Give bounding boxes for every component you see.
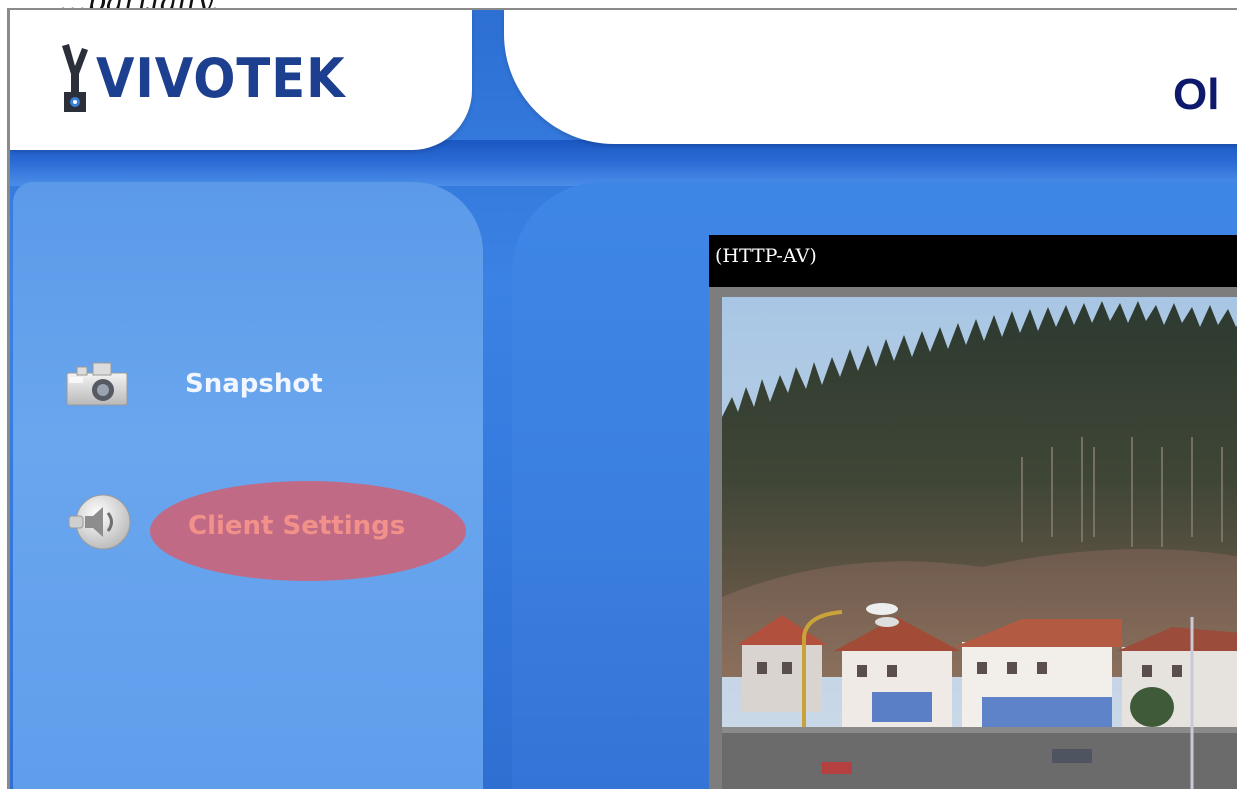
page: ...partially. VIVOTEK Ol: [0, 0, 1237, 789]
sidebar-item-label: Snapshot: [185, 369, 323, 399]
sidebar-item-snapshot[interactable]: Snapshot: [63, 357, 323, 411]
sidebar-item-client-settings[interactable]: [63, 482, 139, 566]
stream-protocol-label: (HTTP-AV): [715, 245, 817, 267]
title-panel: [504, 10, 1237, 144]
logo-panel: VIVOTEK: [10, 10, 472, 150]
logo-wordmark: VIVOTEK: [96, 46, 346, 110]
vivotek-logo-icon: [60, 40, 90, 116]
viewer-header: (HTTP-AV): [709, 235, 1237, 287]
page-title: Ol: [1173, 70, 1220, 119]
sidebar-item-label[interactable]: Client Settings: [188, 511, 405, 541]
camera-icon: [63, 357, 131, 411]
speaker-icon: [63, 482, 139, 566]
live-camera-feed[interactable]: [722, 297, 1237, 789]
video-viewer: (HTTP-AV): [709, 235, 1237, 789]
vivotek-logo[interactable]: VIVOTEK: [60, 40, 367, 116]
